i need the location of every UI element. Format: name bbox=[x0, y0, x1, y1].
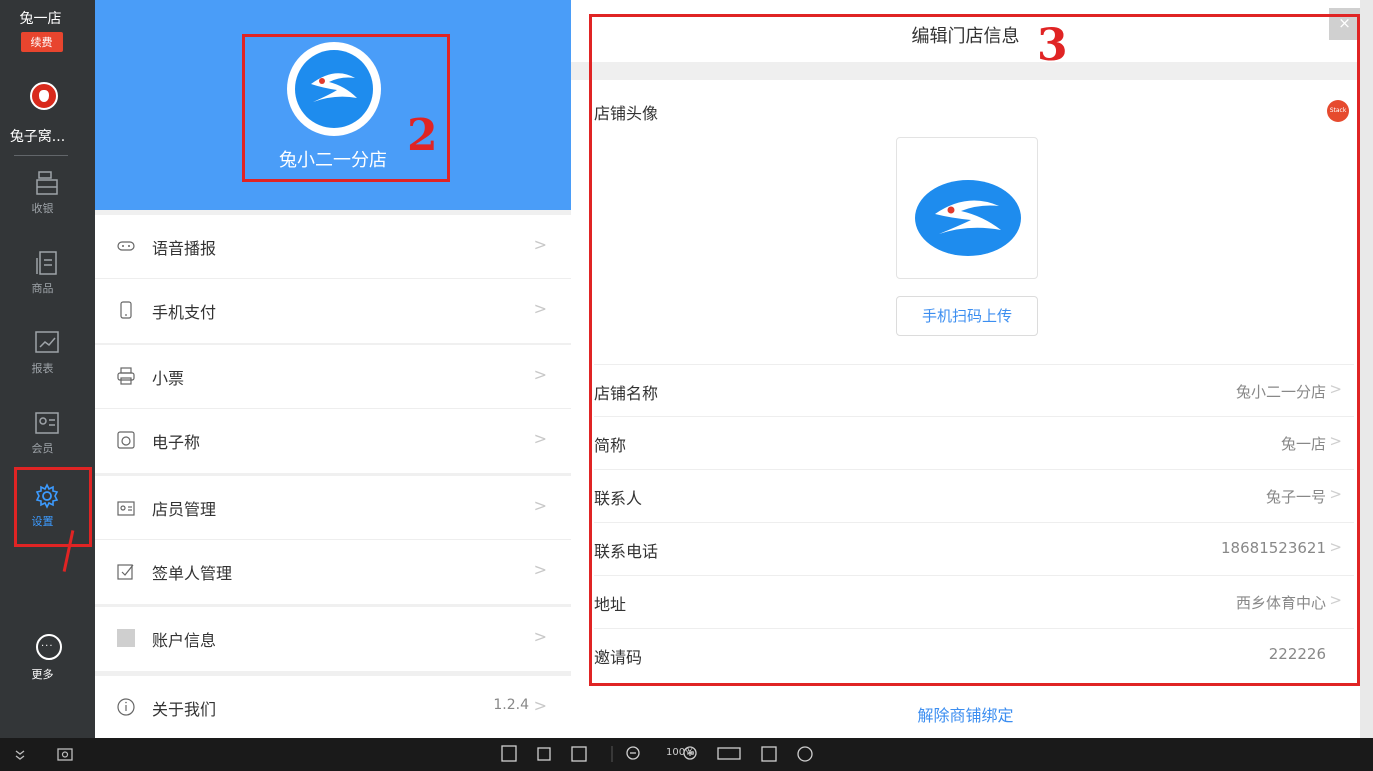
rail-item-members[interactable]: 会员 bbox=[0, 410, 95, 456]
info-icon bbox=[117, 698, 135, 716]
list-group-3: 店员管理 > 签单人管理 > bbox=[95, 476, 571, 604]
rail-item-cashier[interactable]: 收银 bbox=[0, 170, 95, 216]
chevron-right-icon: > bbox=[533, 560, 547, 579]
chevron-right-icon: > bbox=[533, 299, 547, 318]
user-avatar[interactable] bbox=[30, 82, 58, 110]
annotation-mark-2: 2 bbox=[407, 110, 438, 161]
bottom-toolbar: 100% bbox=[0, 738, 1373, 771]
list-item-label: 手机支付 bbox=[152, 303, 217, 322]
list-item-scale[interactable]: 电子称 > bbox=[95, 409, 571, 473]
list-item-mobile-pay[interactable]: 手机支付 > bbox=[95, 279, 571, 343]
printer-icon bbox=[117, 367, 135, 385]
list-item-about[interactable]: 关于我们 1.2.4 > bbox=[95, 676, 571, 738]
rail-divider bbox=[14, 155, 68, 156]
window-icon bbox=[537, 747, 551, 761]
sign-icon bbox=[117, 564, 134, 580]
list-item-voice[interactable]: 语音播报 > bbox=[95, 215, 571, 279]
list-item-label: 电子称 bbox=[152, 433, 201, 452]
report-chart-icon bbox=[35, 331, 59, 353]
chevron-right-icon: > bbox=[533, 627, 547, 646]
rail-item-label: 报表 bbox=[31, 362, 54, 375]
rail-item-products[interactable]: 商品 bbox=[0, 250, 95, 296]
list-item-receipt[interactable]: 小票 > bbox=[95, 345, 571, 409]
rail-item-label: 商品 bbox=[31, 282, 54, 295]
fullscreen-icon bbox=[761, 746, 777, 762]
toolbar-left-icons bbox=[15, 748, 73, 761]
chevron-right-icon: > bbox=[533, 496, 547, 515]
chevron-right-icon: > bbox=[533, 429, 547, 448]
list-item-account[interactable]: 账户信息 > bbox=[95, 607, 571, 671]
account-icon bbox=[117, 629, 135, 647]
list-item-signers[interactable]: 签单人管理 > bbox=[95, 540, 571, 604]
unbind-store-link[interactable]: 解除商铺绑定 bbox=[571, 702, 1360, 726]
rail-item-label: 收银 bbox=[31, 202, 54, 215]
staff-icon bbox=[117, 501, 135, 516]
list-item-label: 小票 bbox=[152, 369, 185, 388]
chevron-right-icon: > bbox=[533, 696, 547, 715]
collapse-icon bbox=[15, 750, 25, 755]
rail-user-name[interactable]: 兔子窝... bbox=[0, 126, 85, 146]
list-item-staff[interactable]: 店员管理 > bbox=[95, 476, 571, 540]
member-card-icon bbox=[35, 412, 59, 434]
bottom-left-controls bbox=[14, 746, 74, 766]
zoom-level: 100% bbox=[666, 747, 695, 758]
chevron-right-icon: > bbox=[533, 235, 547, 254]
rail-store-block[interactable]: 兔一店 续费 bbox=[0, 8, 95, 52]
chevron-right-icon: > bbox=[533, 365, 547, 384]
annotation-mark-3: 3 bbox=[1037, 20, 1068, 71]
more-glyph: ··· bbox=[41, 641, 54, 652]
annotation-box-1 bbox=[14, 467, 92, 547]
version-value: 1.2.4 bbox=[493, 697, 529, 713]
list-item-label: 账户信息 bbox=[152, 631, 217, 650]
left-nav-rail: 兔一店 续费 兔子窝... 收银 商品 报表 会员 设置 ··· 更多 bbox=[0, 0, 95, 738]
cash-register-icon bbox=[36, 171, 58, 195]
list-item-label: 店员管理 bbox=[152, 500, 217, 519]
renew-badge[interactable]: 续费 bbox=[20, 32, 63, 52]
list-group-5: 关于我们 1.2.4 > bbox=[95, 676, 571, 738]
list-group-1: 语音播报 > 手机支付 > bbox=[95, 215, 571, 343]
rail-more-label: 更多 bbox=[31, 668, 54, 681]
phone-icon bbox=[120, 301, 132, 319]
more-icon: ··· bbox=[36, 634, 62, 660]
list-group-2: 小票 > 电子称 > bbox=[95, 345, 571, 473]
share-icon bbox=[571, 746, 587, 762]
product-list-icon bbox=[36, 251, 57, 275]
rail-item-reports[interactable]: 报表 bbox=[0, 330, 95, 376]
screenshot-icon bbox=[57, 748, 73, 761]
annotation-box-3 bbox=[589, 14, 1360, 686]
list-item-label: 关于我们 bbox=[152, 700, 217, 719]
copy-icon bbox=[501, 745, 517, 762]
rail-item-label: 会员 bbox=[31, 442, 54, 455]
rail-item-more[interactable]: ··· 更多 bbox=[0, 634, 95, 682]
fit-icon bbox=[717, 747, 741, 760]
rotate-icon bbox=[797, 746, 813, 762]
scale-icon bbox=[117, 431, 135, 449]
list-group-4: 账户信息 > bbox=[95, 607, 571, 671]
rail-store-name: 兔一店 bbox=[19, 11, 62, 27]
list-item-label: 语音播报 bbox=[152, 239, 217, 258]
list-item-label: 签单人管理 bbox=[152, 564, 233, 583]
speaker-icon bbox=[117, 241, 135, 251]
